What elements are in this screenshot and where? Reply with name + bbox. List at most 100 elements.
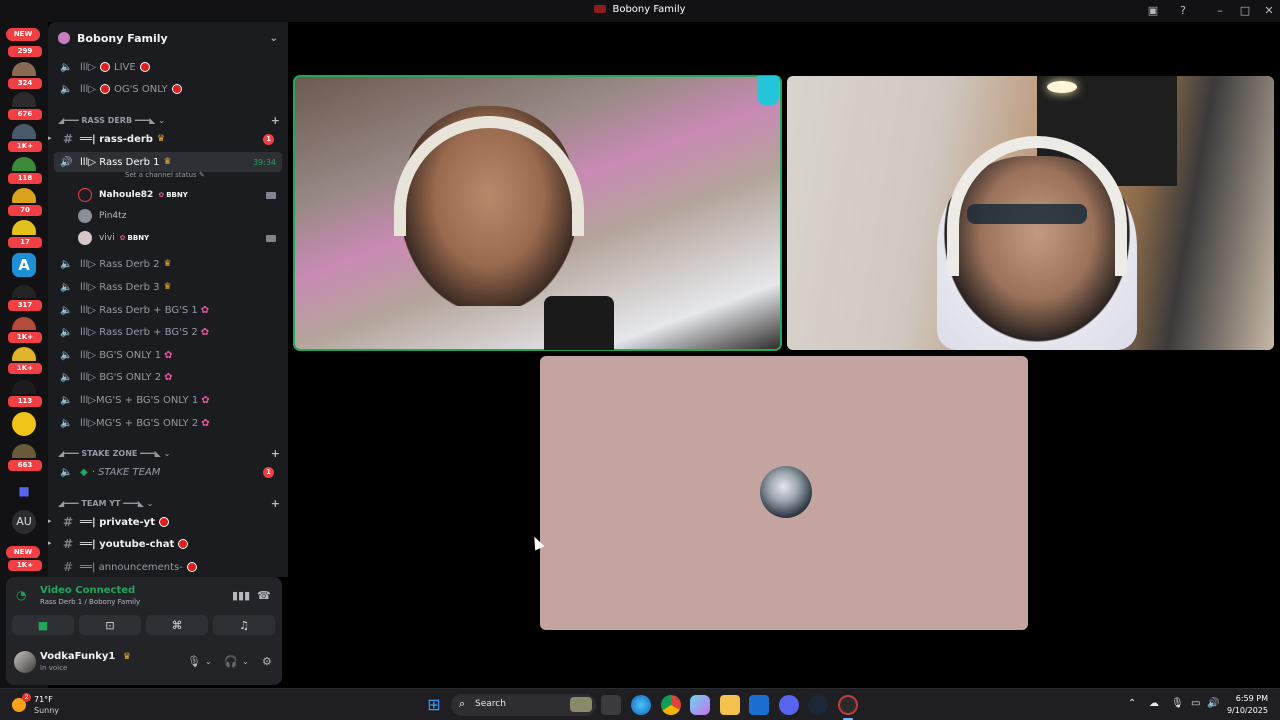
soundboard-button[interactable]: ♫ <box>213 615 275 635</box>
category-rass-derb[interactable]: ◢━━━ RASS DERB ━━━◣ ⌄ + <box>58 113 280 127</box>
channel-prefix: lll▷ <box>80 281 100 293</box>
guild-header[interactable]: Bobony Family ⌄ <box>48 22 288 54</box>
add-channel-icon[interactable]: + <box>271 114 280 127</box>
server-icon-a[interactable]: A <box>12 253 36 277</box>
video-tile-speaking[interactable] <box>293 75 782 351</box>
channel-prefix: lll▷ <box>80 417 97 429</box>
disconnect-icon[interactable]: ☎ <box>257 589 271 602</box>
voice-channel-rass-derb-1[interactable]: 🔊 lll▷ Rass Derb 1 ♛ 39:34 <box>54 152 282 172</box>
chevron-down-icon[interactable]: ⌄ <box>242 657 249 666</box>
app-icon[interactable] <box>838 695 858 715</box>
text-channel-announcements[interactable]: # ══| announcements- <box>54 557 282 577</box>
store-icon[interactable] <box>749 695 769 715</box>
task-view-icon[interactable] <box>601 695 621 715</box>
signal-icon[interactable]: ◔ <box>16 589 30 601</box>
voice-channel-bgs-only-2[interactable]: 🔈 lll▷ BG'S ONLY 2 ✿ <box>54 367 282 387</box>
avatar[interactable] <box>14 651 36 673</box>
category-team-yt[interactable]: ◢━━━ TEAM YT ━━━◣ ⌄ + <box>58 496 280 510</box>
maximize-button[interactable]: □ <box>1237 3 1253 19</box>
speaker-icon: 🔈 <box>60 394 73 406</box>
video-tile[interactable] <box>787 76 1274 350</box>
chrome-icon[interactable] <box>661 695 681 715</box>
text-channel-youtube-chat[interactable]: ▸ # ══| youtube-chat <box>48 534 282 554</box>
new-pill-top[interactable]: NEW <box>6 28 40 41</box>
voice-status[interactable]: Video Connected <box>40 585 135 596</box>
category-label: TEAM YT <box>81 498 121 508</box>
copilot-icon[interactable] <box>690 695 710 715</box>
noise-suppression-icon[interactable]: ▮▮▮ <box>232 589 250 602</box>
channel-status-text: Set a channel status <box>125 171 197 179</box>
speaker-icon: 🔈 <box>60 349 73 361</box>
camera-button[interactable]: ■ <box>12 615 74 635</box>
title-bar: Bobony Family ▣ ? – □ ✕ <box>0 0 1280 22</box>
start-icon[interactable]: ⊞ <box>424 695 444 715</box>
voice-channel-live[interactable]: 🔈 lll▷ LIVE <box>54 57 282 77</box>
steam-icon[interactable] <box>808 695 828 715</box>
microphone-tray-icon[interactable]: 🎙 <box>1171 698 1184 709</box>
voice-channel-rass-derb-bgs-2[interactable]: 🔈 lll▷ Rass Derb + BG'S 2 ✿ <box>54 322 282 342</box>
category-label: STAKE ZONE <box>81 448 138 458</box>
voice-member[interactable]: Nahoule82 ✿ BBNY <box>76 186 284 204</box>
gear-icon[interactable]: ⚙ <box>262 655 272 668</box>
discord-icon[interactable] <box>779 695 799 715</box>
voice-channel-stake-team[interactable]: 🔈 ◆ · STAKE TEAM 1 <box>54 462 282 482</box>
category-stake-zone[interactable]: ◢━━━ STAKE ZONE ━━━◣ ⌄ + <box>58 446 280 460</box>
minimize-button[interactable]: – <box>1212 3 1228 19</box>
taskbar-search[interactable]: ⌕ Search <box>451 694 596 716</box>
voice-channel-mgs-bgs-only-2[interactable]: 🔈 lll▷ MG'S + BG'S ONLY 2 ✿ <box>54 413 282 433</box>
category-prefix: ◢━━━ <box>58 498 82 508</box>
microphone-icon[interactable]: 🎙 <box>187 655 201 668</box>
server-icon-au[interactable]: AU <box>12 510 36 534</box>
close-button[interactable]: ✕ <box>1261 3 1277 19</box>
member-name: vivi <box>99 233 115 243</box>
channel-prefix: lll▷ <box>80 304 100 316</box>
folder-icon[interactable]: ■ <box>12 479 36 503</box>
weather-temp: 71°F <box>34 695 53 704</box>
pencil-icon: ✎ <box>198 171 205 179</box>
au-label: AU <box>12 510 36 534</box>
tray-overflow-icon[interactable]: ⌃ <box>1128 698 1136 709</box>
voice-channel-rass-derb-bgs-1[interactable]: 🔈 lll▷ Rass Derb + BG'S 1 ✿ <box>54 300 282 320</box>
display-icon[interactable]: ▭ <box>1191 698 1200 709</box>
avatar[interactable] <box>760 466 812 518</box>
help-icon[interactable]: ? <box>1175 3 1191 19</box>
user-name-text: VodkaFunky1 <box>40 651 116 662</box>
video-tile-avatar[interactable] <box>540 356 1028 630</box>
network-icon[interactable]: ☁ <box>1149 698 1159 709</box>
channel-label: announcements- <box>98 561 183 573</box>
voice-channel-rass-derb-2[interactable]: 🔈 lll▷ Rass Derb 2 ♛ <box>54 254 282 274</box>
add-channel-icon[interactable]: + <box>271 497 280 510</box>
channel-label: youtube-chat <box>99 538 175 550</box>
voice-member[interactable]: Pin4tz <box>76 207 284 225</box>
add-channel-icon[interactable]: + <box>271 447 280 460</box>
server-badge: 70 <box>6 203 44 218</box>
unread-marker-icon: ▸ <box>48 517 52 525</box>
user-panel[interactable]: VodkaFunky1 ♛ In voice 🎙 ⌄ 🎧 ⌄ ⚙ <box>12 649 276 677</box>
inbox-icon[interactable]: ▣ <box>1145 3 1161 19</box>
headphones-icon[interactable]: 🎧 <box>224 655 238 668</box>
flower-icon: ✿ <box>201 417 210 429</box>
chevron-down-icon[interactable]: ⌄ <box>270 33 278 44</box>
voice-channel-mgs-bgs-only-1[interactable]: 🔈 lll▷ MG'S + BG'S ONLY 1 ✿ <box>54 390 282 410</box>
voice-member[interactable]: vivi ✿ BBNY <box>76 229 284 247</box>
volume-icon[interactable]: 🔊 <box>1207 698 1219 709</box>
voice-channel-rass-derb-3[interactable]: 🔈 lll▷ Rass Derb 3 ♛ <box>54 277 282 297</box>
screen-share-button[interactable]: ⊡ <box>79 615 141 635</box>
channel-prefix: ══| <box>80 516 96 528</box>
clock[interactable]: 6:59 PM 9/10/2025 <box>1222 693 1268 717</box>
text-channel-private-yt[interactable]: ▸ # ══| private-yt <box>48 512 282 532</box>
voice-location[interactable]: Rass Derb 1 / Bobony Family <box>40 598 140 606</box>
text-channel-rass-derb[interactable]: ▸ # ══| rass-derb ♛ 1 <box>48 129 282 149</box>
server-icon[interactable] <box>12 412 36 436</box>
file-explorer-icon[interactable] <box>720 695 740 715</box>
channel-status[interactable]: Set a channel status ✎ <box>125 171 205 179</box>
flower-icon: ✿ <box>164 349 173 361</box>
voice-channel-bgs-only-1[interactable]: 🔈 lll▷ BG'S ONLY 1 ✿ <box>54 345 282 365</box>
edge-icon[interactable] <box>631 695 651 715</box>
voice-channel-ogs-only[interactable]: 🔈 lll▷ OG'S ONLY <box>54 79 282 99</box>
gamepad-icon: ⌘ <box>171 618 183 632</box>
chevron-down-icon[interactable]: ⌄ <box>205 657 212 666</box>
server-badge: 324 <box>6 76 44 91</box>
category-prefix: ◢━━━ <box>58 448 82 458</box>
activity-button[interactable]: ⌘ <box>146 615 208 635</box>
